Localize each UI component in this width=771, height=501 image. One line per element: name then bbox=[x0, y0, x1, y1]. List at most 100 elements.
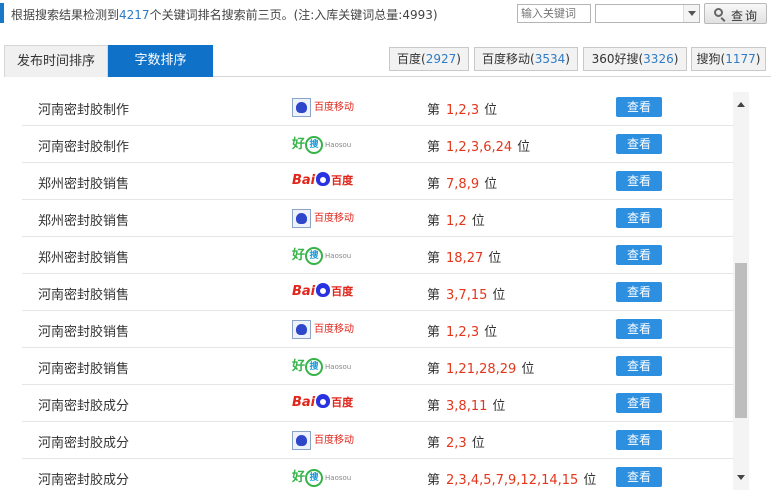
rank-positions: 1,2,3 bbox=[446, 103, 480, 118]
baidu-logo: Bai 百度 bbox=[292, 170, 356, 192]
rank-prefix: 第 bbox=[427, 473, 441, 488]
view-button[interactable]: 查看 bbox=[616, 97, 662, 117]
rank-suffix: 位 bbox=[492, 288, 506, 303]
haosou-magnifier-icon: 搜 bbox=[305, 135, 324, 154]
scrollbar-thumb[interactable] bbox=[735, 263, 747, 418]
view-button[interactable]: 查看 bbox=[616, 245, 662, 265]
keyword-search-input[interactable] bbox=[517, 4, 591, 23]
view-button[interactable]: 查看 bbox=[616, 430, 662, 450]
rank-cell: 第 1,2 位 bbox=[427, 210, 485, 229]
table-row: 河南密封胶成分 好搜 Haosou 第 2,3,4,5,7,9,12,14,15 位 查看 bbox=[22, 459, 733, 495]
haosou-logo: 好搜 Haosou bbox=[292, 244, 356, 266]
baidu-mobile-logo-text: 百度移动 bbox=[314, 101, 354, 113]
haosou-logo-text: 好 bbox=[292, 470, 306, 485]
engine-name: 360好搜 bbox=[591, 52, 639, 66]
view-button[interactable]: 查看 bbox=[616, 319, 662, 339]
rank-suffix: 位 bbox=[484, 177, 498, 192]
rank-suffix: 位 bbox=[488, 251, 502, 266]
chevron-down-icon[interactable] bbox=[683, 5, 699, 22]
view-button[interactable]: 查看 bbox=[616, 467, 662, 487]
engine-count: 2927 bbox=[425, 52, 457, 66]
table-row: 河南密封胶销售 好搜 Haosou 第 1,21,28,29 位 查看 bbox=[22, 348, 733, 385]
view-button[interactable]: 查看 bbox=[616, 171, 662, 191]
rank-suffix: 位 bbox=[521, 362, 535, 377]
engine-name: 百度移动 bbox=[482, 52, 531, 66]
rank-suffix: 位 bbox=[517, 140, 531, 155]
summary-suffix: 个关键词排名搜索前三页。(注:入库关键词总量:4993) bbox=[149, 8, 438, 22]
baidu-logo-text: 百度 bbox=[331, 396, 354, 409]
rank-positions: 7,8,9 bbox=[446, 177, 480, 192]
ranking-table: 河南密封胶制作 百度移动第 1,2,3 位查看 河南密封胶制作好搜 Haosou 第 1,2,… bbox=[22, 89, 733, 495]
engine-select[interactable] bbox=[595, 4, 700, 23]
rank-suffix: 位 bbox=[471, 436, 485, 451]
rank-prefix: 第 bbox=[427, 103, 441, 118]
view-button[interactable]: 查看 bbox=[616, 282, 662, 302]
baidu-paw-icon bbox=[316, 172, 331, 186]
engine-filter-baidu[interactable]: 百度(2927) bbox=[389, 47, 469, 71]
rank-cell: 第 3,7,15 位 bbox=[427, 284, 505, 303]
engine-filter-360haosou[interactable]: 360好搜(3326) bbox=[583, 47, 687, 71]
table-row: 河南密封胶销售 百度移动 第 1,2,3 位 查看 bbox=[22, 311, 733, 348]
haosou-logo-text: Haosou bbox=[325, 140, 352, 149]
keyword-cell: 河南密封胶制作 bbox=[38, 140, 130, 155]
table-row: 河南密封胶制作 好搜 Haosou 第 1,2,3,6,24 位 查看 bbox=[22, 126, 733, 163]
rank-suffix: 位 bbox=[471, 214, 485, 229]
engine-filter-baidu-mobile[interactable]: 百度移动(3534) bbox=[474, 47, 578, 71]
baidu-mobile-logo: 百度移动 bbox=[292, 318, 356, 340]
baidu-paw-icon bbox=[292, 98, 311, 117]
rank-prefix: 第 bbox=[427, 288, 441, 303]
rank-positions: 1,2,3 bbox=[446, 325, 480, 340]
haosou-logo: 好搜 Haosou bbox=[292, 466, 356, 488]
keyword-count: 4217 bbox=[119, 8, 150, 22]
haosou-logo-text: 好 bbox=[292, 248, 306, 263]
rank-prefix: 第 bbox=[427, 325, 441, 340]
haosou-logo: 好搜 Haosou bbox=[292, 133, 356, 155]
scroll-down-icon[interactable] bbox=[737, 475, 745, 480]
rank-positions: 3,7,15 bbox=[446, 288, 488, 303]
baidu-logo: Bai 百度 bbox=[292, 392, 356, 414]
view-button[interactable]: 查看 bbox=[616, 208, 662, 228]
result-summary-bar: 根据搜索结果检测到4217个关键词排名搜索前三页。(注:入库关键词总量:4993… bbox=[0, 0, 771, 28]
rank-positions: 1,21,28,29 bbox=[446, 362, 517, 377]
rank-prefix: 第 bbox=[427, 140, 441, 155]
table-row: 河南密封胶成分 百度移动 第 2,3 位 查看 bbox=[22, 422, 733, 459]
query-button[interactable]: 查询 bbox=[704, 3, 767, 24]
rank-positions: 18,27 bbox=[446, 251, 484, 266]
haosou-logo-text: 好 bbox=[292, 137, 306, 152]
haosou-logo-text: Haosou bbox=[325, 473, 352, 482]
haosou-logo-text: Haosou bbox=[325, 251, 352, 260]
rank-prefix: 第 bbox=[427, 251, 441, 266]
baidu-logo-text: Bai bbox=[292, 395, 316, 410]
table-scrollbar[interactable] bbox=[733, 92, 749, 490]
table-row: 郑州密封胶销售 好搜 Haosou 第 18,27 位 查看 bbox=[22, 237, 733, 274]
query-button-label: 查询 bbox=[731, 9, 760, 23]
engine-count: 3534 bbox=[534, 52, 566, 66]
rank-cell: 第 7,8,9 位 bbox=[427, 173, 497, 192]
engine-name: 百度 bbox=[397, 52, 422, 66]
engine-filter-sogou[interactable]: 搜狗(1177) bbox=[691, 47, 766, 71]
search-icon bbox=[714, 8, 723, 17]
baidu-logo: Bai 百度 bbox=[292, 281, 356, 303]
view-button[interactable]: 查看 bbox=[616, 134, 662, 154]
baidu-paw-icon bbox=[316, 394, 331, 408]
keyword-cell: 河南密封胶销售 bbox=[38, 288, 130, 303]
rank-suffix: 位 bbox=[492, 399, 506, 414]
baidu-mobile-logo: 百度移动 bbox=[292, 207, 356, 229]
baidu-paw-icon bbox=[292, 209, 311, 228]
haosou-magnifier-icon: 搜 bbox=[305, 468, 324, 487]
table-row: 河南密封胶销售 Bai 百度 第 3,7,15 位 查看 bbox=[22, 274, 733, 311]
rank-positions: 3,8,11 bbox=[446, 399, 488, 414]
table-row: 郑州密封胶销售 百度移动 第 1,2 位 查看 bbox=[22, 200, 733, 237]
baidu-mobile-logo: 百度移动 bbox=[292, 96, 356, 118]
view-button[interactable]: 查看 bbox=[616, 356, 662, 376]
tab-sort-by-length[interactable]: 字数排序 bbox=[108, 45, 213, 77]
view-button[interactable]: 查看 bbox=[616, 393, 662, 413]
scroll-up-icon[interactable] bbox=[737, 102, 745, 107]
tab-sort-by-time[interactable]: 发布时间排序 bbox=[4, 45, 108, 77]
baidu-logo-text: 百度 bbox=[331, 174, 354, 187]
rank-positions: 2,3,4,5,7,9,12,14,15 bbox=[446, 473, 579, 488]
rank-prefix: 第 bbox=[427, 362, 441, 377]
rank-suffix: 位 bbox=[583, 473, 597, 488]
baidu-paw-icon bbox=[292, 431, 311, 450]
keyword-cell: 郑州密封胶销售 bbox=[38, 251, 130, 266]
